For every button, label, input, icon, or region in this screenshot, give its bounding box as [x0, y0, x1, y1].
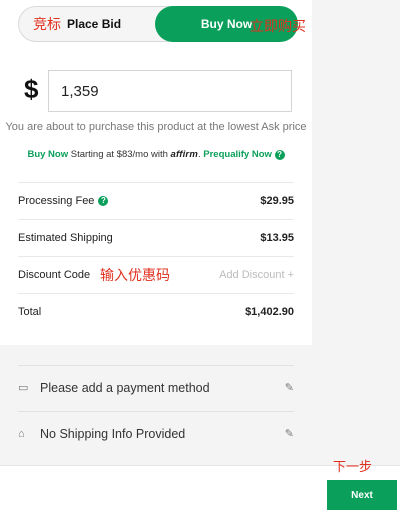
right-gutter [312, 0, 400, 345]
total-value: $1,402.90 [245, 306, 294, 318]
processing-fee-row: Processing Fee ? $29.95 [18, 182, 294, 219]
shipping-info-row[interactable]: ⌂ No Shipping Info Provided ✎ [18, 411, 294, 455]
help-icon[interactable]: ? [98, 196, 109, 206]
total-label: Total [18, 306, 42, 318]
price-input[interactable] [48, 70, 292, 112]
shipping-info-text: No Shipping Info Provided [40, 426, 186, 441]
add-discount-link[interactable]: Add Discount + [219, 269, 294, 281]
home-icon: ⌂ [18, 427, 25, 440]
affirm-financing: Buy Now Starting at $83/mo with affirm. … [0, 149, 312, 160]
place-bid-tab[interactable]: 竞标 Place Bid [19, 7, 155, 41]
total-row: Total $1,402.90 [18, 293, 294, 330]
buy-now-annotation: 立即购买 [250, 19, 306, 35]
processing-fee-label: Processing Fee [18, 195, 95, 207]
currency-symbol: $ [24, 74, 39, 104]
prequalify-link[interactable]: Prequalify Now [203, 149, 272, 160]
processing-fee-value: $29.95 [260, 195, 294, 207]
payment-method-text: Please add a payment method [40, 380, 210, 395]
discount-label: Discount Code [18, 269, 91, 281]
card-icon: ▭ [18, 382, 29, 394]
affirm-logo: affirm [170, 149, 198, 160]
pencil-icon[interactable]: ✎ [285, 381, 294, 394]
fee-breakdown: Processing Fee ? $29.95 Estimated Shippi… [18, 182, 294, 330]
next-annotation: 下一步 [333, 460, 373, 475]
lowest-ask-note: You are about to purchase this product a… [5, 121, 307, 133]
discount-annotation: 输入优惠码 [100, 268, 170, 284]
pencil-icon[interactable]: ✎ [285, 427, 294, 440]
buy-now-label: Buy Now [200, 17, 253, 31]
shipping-label: Estimated Shipping [18, 232, 113, 244]
shipping-row: Estimated Shipping $13.95 [18, 219, 294, 256]
place-bid-label: Place Bid [67, 17, 122, 31]
payment-method-row[interactable]: ▭ Please add a payment method ✎ [18, 365, 294, 409]
discount-row: Discount Code 输入优惠码 Add Discount + [18, 256, 294, 293]
help-icon[interactable]: ? [274, 150, 285, 160]
affirm-starting-text: Starting at $83/mo with [70, 149, 168, 160]
place-bid-annotation: 竞标 [33, 17, 61, 33]
shipping-value: $13.95 [260, 232, 294, 244]
affirm-buy-now: Buy Now [27, 149, 69, 160]
next-button[interactable]: Next [327, 480, 397, 510]
